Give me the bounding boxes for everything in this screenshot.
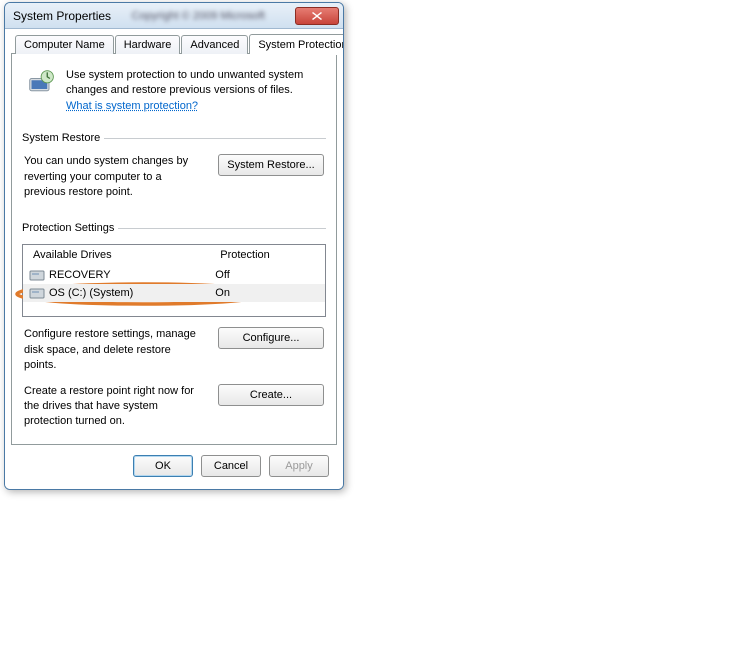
configure-desc: Configure restore settings, manage disk … [24,327,206,373]
blurred-text: Copyright © 2009 Microsoft [132,10,265,22]
configure-button[interactable]: Configure... [218,327,324,349]
system-restore-group: System Restore You can undo system chang… [22,132,326,200]
close-icon [312,12,322,20]
close-button[interactable] [295,7,339,25]
apply-button: Apply [269,455,329,477]
drives-listview[interactable]: Available Drives Protection RECOVERY Off [22,244,326,317]
drives-body: RECOVERY Off OS (C:) (System) On [23,266,325,316]
system-properties-window: System Properties Copyright © 2009 Micro… [4,2,344,490]
cancel-button[interactable]: Cancel [201,455,261,477]
tab-computer-name[interactable]: Computer Name [15,35,114,54]
tab-hardware[interactable]: Hardware [115,35,181,54]
col-available-drives[interactable]: Available Drives [23,245,210,265]
protection-legend: Protection Settings [22,222,118,234]
system-restore-legend: System Restore [22,132,104,144]
drive-icon [29,286,45,300]
create-button[interactable]: Create... [218,384,324,406]
window-content: Computer Name Hardware Advanced System P… [5,29,343,489]
what-is-link[interactable]: What is system protection? [66,100,198,112]
drives-header: Available Drives Protection [23,245,325,266]
drive-name: RECOVERY [49,269,209,281]
dialog-buttons: OK Cancel Apply [11,445,337,479]
create-desc: Create a restore point right now for the… [24,384,206,430]
intro-desc: Use system protection to undo unwanted s… [66,69,303,96]
drive-row-recovery[interactable]: RECOVERY Off [23,266,325,284]
drive-protection: Off [209,269,321,281]
tab-system-protection[interactable]: System Protection [249,34,344,54]
tab-advanced[interactable]: Advanced [181,35,248,54]
tab-strip: Computer Name Hardware Advanced System P… [11,35,337,54]
drive-row-os-c[interactable]: OS (C:) (System) On [23,284,325,302]
protection-settings-group: Protection Settings Available Drives Pro… [22,222,326,429]
col-protection[interactable]: Protection [210,245,325,265]
system-protection-icon [28,68,56,96]
window-title: System Properties [13,9,132,23]
drive-name: OS (C:) (System) [49,287,209,299]
drive-protection: On [209,287,321,299]
intro-section: Use system protection to undo unwanted s… [22,64,326,124]
ok-button[interactable]: OK [133,455,193,477]
drive-icon [29,268,45,282]
intro-text: Use system protection to undo unwanted s… [66,68,320,114]
restore-desc: You can undo system changes by reverting… [24,154,206,200]
titlebar[interactable]: System Properties Copyright © 2009 Micro… [5,3,343,29]
system-restore-button[interactable]: System Restore... [218,154,324,176]
tab-panel: Use system protection to undo unwanted s… [11,53,337,445]
